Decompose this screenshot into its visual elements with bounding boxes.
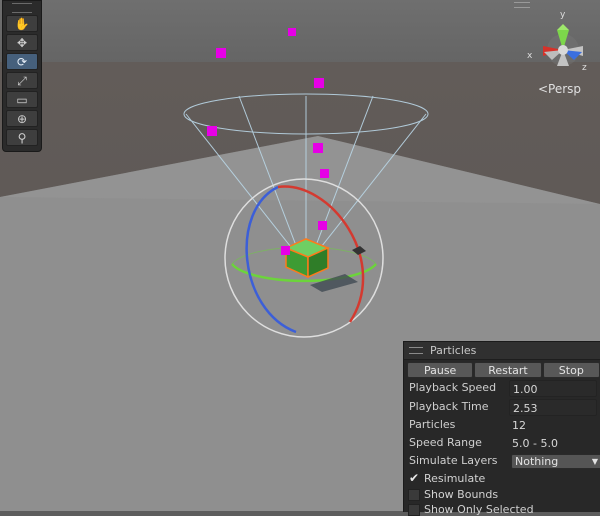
simulate-layers-label: Simulate Layers (409, 454, 498, 467)
hand-icon[interactable]: ✋ (6, 15, 38, 32)
rotate-icon[interactable]: ⟳ (6, 53, 38, 70)
grip-icon (409, 347, 423, 354)
speed-range-label: Speed Range (409, 436, 482, 449)
particles-overlay: Particles Pause Restart Stop Playback Sp… (403, 341, 600, 516)
gizmo-y-label: y (560, 10, 566, 20)
resimulate-checkbox[interactable]: ✔ (408, 472, 420, 485)
transform-icon[interactable]: ⊕ (6, 110, 38, 127)
gizmo-x-label: x (527, 51, 533, 61)
move-icon[interactable]: ✥ (6, 34, 38, 51)
playback-time-label: Playback Time (409, 400, 489, 413)
show-only-selected-label: Show Only Selected (424, 503, 534, 516)
show-bounds-checkbox[interactable] (408, 489, 420, 501)
resimulate-label: Resimulate (424, 472, 486, 485)
custom-tool-icon[interactable]: ⚲ (6, 129, 38, 146)
overlay-grip[interactable] (514, 2, 530, 8)
panel-title: Particles (430, 344, 477, 357)
restart-button[interactable]: Restart (474, 362, 542, 378)
particles-count-value: 12 (512, 419, 526, 432)
simulate-layers-value: Nothing (515, 455, 559, 468)
chevron-down-icon: ▼ (591, 457, 598, 466)
show-bounds-label: Show Bounds (424, 488, 499, 501)
simulate-layers-dropdown[interactable]: Nothing ▼ (511, 454, 600, 469)
playback-speed-field[interactable]: 1.00 (509, 380, 597, 397)
particles-count-label: Particles (409, 418, 456, 431)
particles-header[interactable]: Particles (404, 342, 600, 360)
show-only-selected-checkbox[interactable] (408, 504, 420, 516)
pause-button[interactable]: Pause (407, 362, 474, 378)
persp-toggle[interactable]: <Persp (538, 82, 581, 96)
stop-button[interactable]: Stop (542, 362, 600, 378)
playback-time-field[interactable]: 2.53 (509, 399, 597, 416)
tool-palette: ✋ ✥ ⟳ ⤢ ▭ ⊕ ⚲ (2, 0, 42, 152)
scale-icon[interactable]: ⤢ (6, 72, 38, 89)
rect-transform-icon[interactable]: ▭ (6, 91, 38, 108)
playback-speed-label: Playback Speed (409, 381, 497, 394)
speed-range-value: 5.0 - 5.0 (512, 437, 558, 450)
toolbar-grip[interactable] (12, 3, 32, 13)
gizmo-z-label: z (582, 63, 587, 73)
sky (0, 0, 600, 62)
